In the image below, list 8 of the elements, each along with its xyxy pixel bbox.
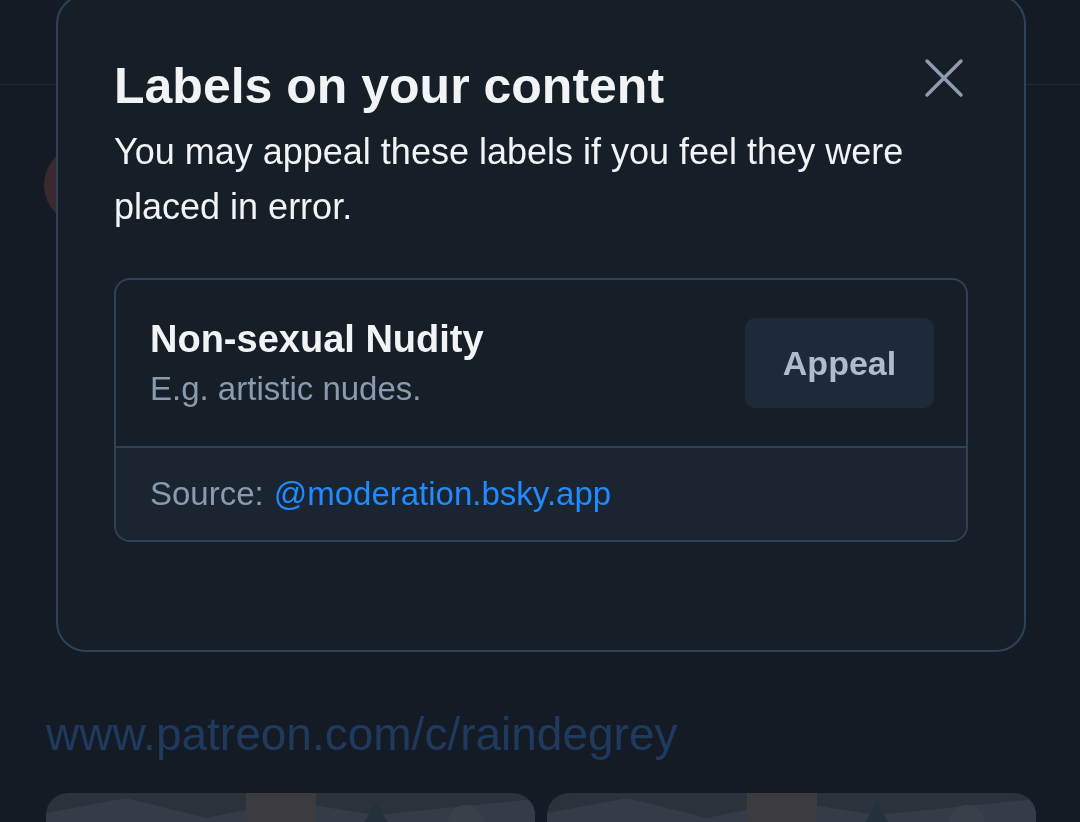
label-description: E.g. artistic nudes. (150, 369, 423, 409)
appeal-button[interactable]: Appeal (745, 318, 934, 408)
close-icon[interactable] (924, 58, 964, 98)
label-name: Non-sexual Nudity (150, 317, 484, 362)
dialog-description: You may appeal these labels if you feel they were placed in error. (114, 130, 905, 229)
dialog-title: Labels on your content (114, 57, 665, 116)
source-label: Source: (150, 474, 264, 515)
source-link[interactable]: @moderation.bsky.app (273, 469, 612, 519)
